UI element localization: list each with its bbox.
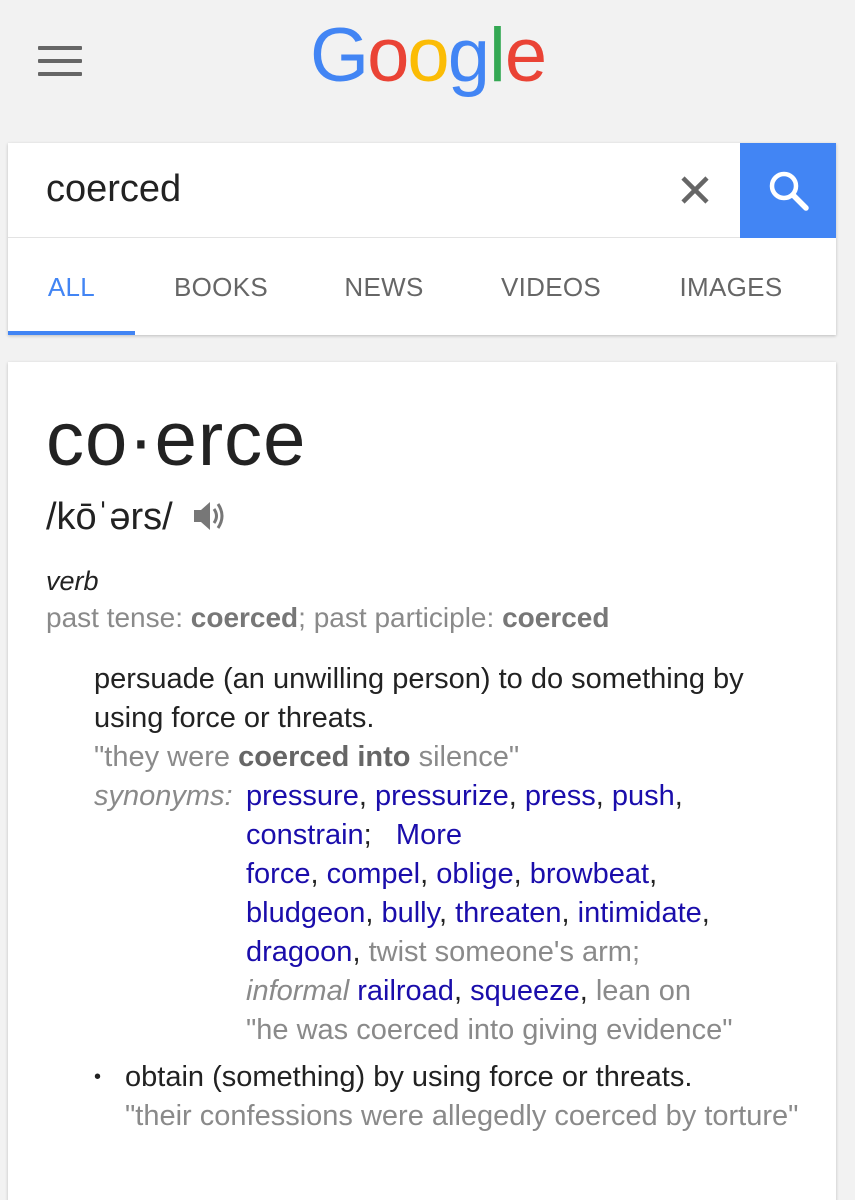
synonyms-line-1: pressure, pressurize, press, push, xyxy=(246,780,683,812)
phonetic-text: /kōˈərs/ xyxy=(46,496,173,538)
synonym-link[interactable]: threaten xyxy=(455,897,561,929)
synonyms-line-3: force, compel, oblige, browbeat, xyxy=(246,858,658,890)
logo-letter: e xyxy=(504,13,547,98)
sense-2-body: obtain (something) by using force or thr… xyxy=(125,1058,814,1136)
verb-forms: past tense: coerced; past participle: co… xyxy=(46,602,609,634)
sense-2-example: "their confessions were allegedly coerce… xyxy=(125,1100,799,1132)
sense-2: • obtain (something) by using force or t… xyxy=(94,1058,814,1136)
past-participle: coerced xyxy=(502,602,610,633)
synonyms-line-4: bludgeon, bully, threaten, intimidate, xyxy=(246,897,710,929)
more-synonyms-link[interactable]: More xyxy=(396,819,462,851)
active-tab-indicator xyxy=(8,331,135,335)
synonym-link[interactable]: constrain xyxy=(246,819,364,851)
synonym-link[interactable]: browbeat xyxy=(530,858,649,890)
synonym-link[interactable]: railroad xyxy=(357,975,454,1007)
synonyms-line-5: dragoon, twist someone's arm; xyxy=(246,936,641,968)
sense-1: persuade (an unwilling person) to do som… xyxy=(94,660,814,1050)
sense-1-definition: persuade (an unwilling person) to do som… xyxy=(94,663,744,734)
past-participle-label: past participle: xyxy=(313,602,495,633)
tab-images[interactable]: IMAGES xyxy=(652,239,810,335)
synonym-link[interactable]: pressurize xyxy=(375,780,509,812)
synonym-link[interactable]: dragoon xyxy=(246,936,352,968)
search-button[interactable] xyxy=(740,143,836,238)
example-bold: coerced into xyxy=(238,741,411,773)
synonym-link[interactable]: compel xyxy=(327,858,421,890)
menu-bar xyxy=(38,72,82,76)
synonym-link[interactable]: intimidate xyxy=(578,897,702,929)
example-pre: "they were xyxy=(94,741,239,773)
close-icon xyxy=(681,176,709,204)
synonym-link[interactable]: force xyxy=(246,858,310,890)
search-tabs: ALL BOOKS NEWS VIDEOS IMAGES xyxy=(8,239,836,335)
synonyms-label: synonyms: xyxy=(94,780,233,812)
headword: co·erce xyxy=(46,397,307,482)
menu-bar xyxy=(38,59,82,63)
header: Google xyxy=(0,0,855,140)
forms-separator: ; xyxy=(298,602,306,633)
tab-news[interactable]: NEWS xyxy=(318,239,450,335)
tab-all[interactable]: ALL xyxy=(8,239,135,335)
synonym-link[interactable]: pressure xyxy=(246,780,359,812)
google-logo[interactable]: Google xyxy=(310,13,547,98)
synonyms-line-6: informal railroad, squeeze, lean on xyxy=(246,975,691,1007)
sense-1-example: "they were coerced into silence" xyxy=(94,738,814,777)
informal-label: informal xyxy=(246,975,350,1007)
search-card: ALL BOOKS NEWS VIDEOS IMAGES xyxy=(8,143,836,335)
past-tense: coerced xyxy=(190,602,299,633)
synonym-link[interactable]: oblige xyxy=(436,858,513,890)
synonyms-list: pressure, pressurize, press, push, const… xyxy=(246,777,814,1050)
logo-letter: o xyxy=(407,13,449,98)
logo-letter: l xyxy=(488,13,506,98)
clear-button[interactable] xyxy=(670,165,720,215)
speaker-icon[interactable] xyxy=(191,499,227,540)
tab-books[interactable]: BOOKS xyxy=(148,239,294,335)
past-tense-label: past tense: xyxy=(46,602,183,633)
part-of-speech: verb xyxy=(46,566,99,596)
phonetic: /kōˈərs/ xyxy=(46,498,227,540)
search-row xyxy=(8,143,836,238)
synonym-link[interactable]: push xyxy=(612,780,675,812)
synonym-link[interactable]: press xyxy=(525,780,596,812)
synonyms-line-2: constrain; More xyxy=(246,819,462,851)
synonym-phrase: lean on xyxy=(595,975,691,1007)
synonyms-example: "he was coerced into giving evidence" xyxy=(246,1014,733,1046)
synonym-link[interactable]: squeeze xyxy=(470,975,580,1007)
tab-videos[interactable]: VIDEOS xyxy=(476,239,626,335)
search-input[interactable] xyxy=(46,163,646,215)
search-icon xyxy=(769,171,809,211)
hamburger-menu-icon[interactable] xyxy=(38,46,82,78)
synonym-link[interactable]: bully xyxy=(381,897,439,929)
example-post: silence" xyxy=(410,741,520,773)
synonyms: synonyms: pressure, pressurize, press, p… xyxy=(94,777,814,1050)
logo-letter: G xyxy=(310,13,369,98)
logo-letter: g xyxy=(447,13,490,98)
synonym-phrase: twist someone's arm; xyxy=(368,936,641,968)
menu-bar xyxy=(38,46,82,50)
sense-2-bullet: • xyxy=(94,1066,102,1088)
dictionary-card: co·erce /kōˈərs/ verb past tense: coerce… xyxy=(8,362,836,1200)
synonym-link[interactable]: bludgeon xyxy=(246,897,365,929)
sense-2-definition: obtain (something) by using force or thr… xyxy=(125,1061,693,1093)
logo-letter: o xyxy=(367,13,409,98)
